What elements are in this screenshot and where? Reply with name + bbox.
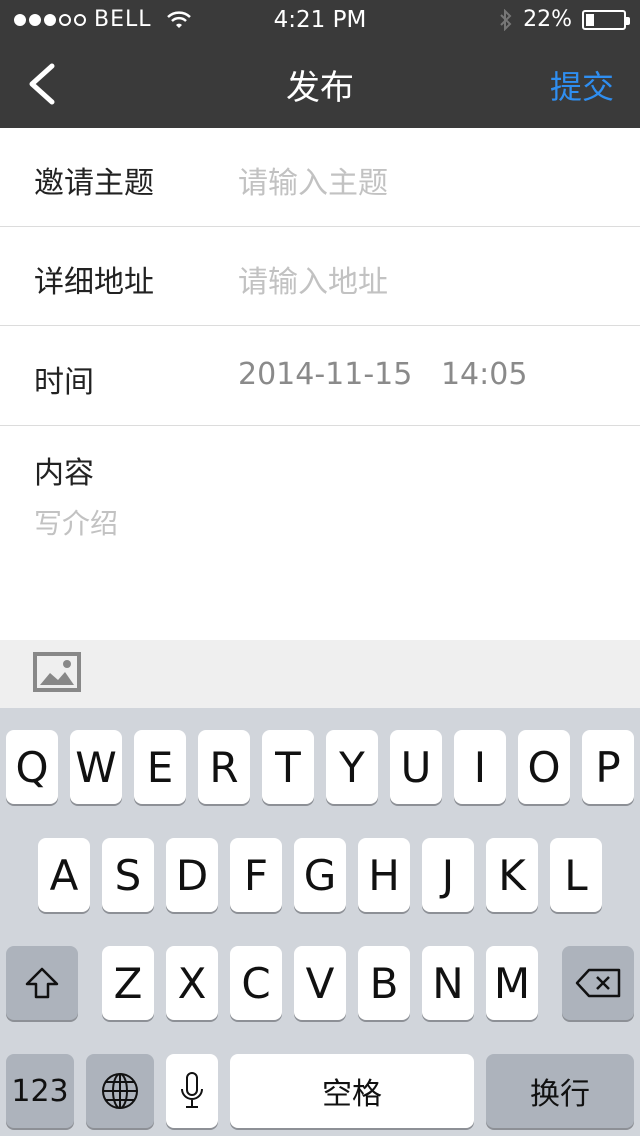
key-z[interactable]: Z	[102, 946, 154, 1020]
form-row-time: 时间 2014-11-15 14:05	[0, 327, 640, 426]
space-key[interactable]: 空格	[230, 1054, 474, 1128]
key-t[interactable]: T	[262, 730, 314, 804]
key-k[interactable]: K	[486, 838, 538, 912]
key-s[interactable]: S	[102, 838, 154, 912]
dictation-key[interactable]	[166, 1054, 218, 1128]
battery-icon	[582, 9, 630, 30]
key-y[interactable]: Y	[326, 730, 378, 804]
key-w[interactable]: W	[70, 730, 122, 804]
microphone-icon	[181, 1072, 203, 1108]
key-e[interactable]: E	[134, 730, 186, 804]
key-h[interactable]: H	[358, 838, 410, 912]
key-f[interactable]: F	[230, 838, 282, 912]
key-q[interactable]: Q	[6, 730, 58, 804]
key-p[interactable]: P	[582, 730, 634, 804]
navigation-bar: 发布 提交	[0, 40, 640, 128]
form-row-address: 详细地址 请输入地址	[0, 227, 640, 326]
backspace-icon	[575, 968, 621, 998]
key-v[interactable]: V	[294, 946, 346, 1020]
key-i[interactable]: I	[454, 730, 506, 804]
return-key[interactable]: 换行	[486, 1054, 634, 1128]
time-value[interactable]: 2014-11-15 14:05	[238, 357, 527, 392]
numbers-key[interactable]: 123	[6, 1054, 74, 1128]
key-m[interactable]: M	[486, 946, 538, 1020]
key-u[interactable]: U	[390, 730, 442, 804]
key-c[interactable]: C	[230, 946, 282, 1020]
key-a[interactable]: A	[38, 838, 90, 912]
status-right: 22%	[499, 7, 630, 32]
attachment-toolbar	[0, 640, 640, 708]
form-row-topic: 邀请主题 请输入主题	[0, 128, 640, 227]
page-title: 发布	[286, 68, 354, 108]
keyboard: QWERTYUIOP ASDFGHJKL ZXCVBNM 123 空格 换行	[0, 708, 640, 1136]
delete-key[interactable]	[562, 946, 634, 1020]
status-bar: BELL 4:21 PM 22%	[0, 0, 640, 40]
shift-key[interactable]	[6, 946, 78, 1020]
battery-fill	[586, 13, 594, 26]
content-label: 内容	[34, 456, 94, 491]
key-d[interactable]: D	[166, 838, 218, 912]
time-label: 时间	[34, 365, 94, 400]
key-j[interactable]: J	[422, 838, 474, 912]
key-n[interactable]: N	[422, 946, 474, 1020]
image-icon[interactable]	[33, 652, 81, 692]
battery-percent: 22%	[523, 7, 572, 32]
topic-label: 邀请主题	[34, 166, 154, 201]
key-r[interactable]: R	[198, 730, 250, 804]
address-label: 详细地址	[34, 265, 154, 300]
content-textarea[interactable]: 写介绍	[34, 502, 118, 542]
globe-icon	[102, 1073, 138, 1109]
key-x[interactable]: X	[166, 946, 218, 1020]
bluetooth-icon	[500, 8, 512, 31]
address-input[interactable]: 请输入地址	[238, 257, 388, 301]
key-o[interactable]: O	[518, 730, 570, 804]
key-g[interactable]: G	[294, 838, 346, 912]
key-l[interactable]: L	[550, 838, 602, 912]
submit-button[interactable]: 提交	[550, 62, 614, 108]
topic-input[interactable]: 请输入主题	[238, 158, 388, 202]
globe-key[interactable]	[86, 1054, 154, 1128]
shift-arrow-icon	[25, 967, 59, 999]
key-b[interactable]: B	[358, 946, 410, 1020]
